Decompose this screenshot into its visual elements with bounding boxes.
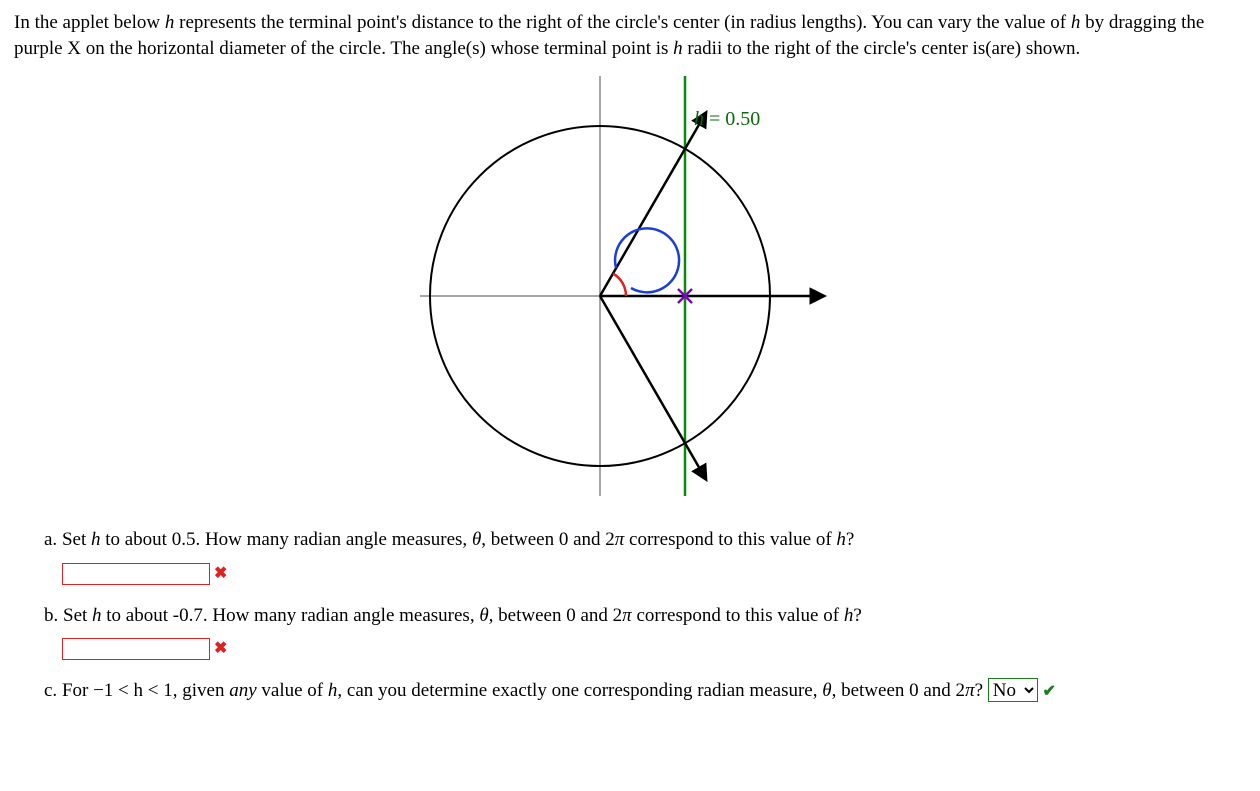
- answer-b-row: ✖: [62, 638, 1246, 660]
- terminal-ray-upper: [600, 116, 704, 296]
- question-c: c. For −1 < h < 1, given any value of h,…: [44, 678, 1246, 704]
- intro-text-4: radii to the right of the circle's cente…: [683, 38, 1081, 59]
- intro-h-2: h: [1071, 12, 1081, 33]
- q-c-letter: c.: [44, 680, 62, 701]
- q-a-letter: a.: [44, 529, 62, 550]
- intro-text-2: represents the terminal point's distance…: [174, 12, 1070, 33]
- applet-canvas[interactable]: h = 0.50: [14, 71, 1246, 509]
- q-b-letter: b.: [44, 605, 63, 626]
- angle-arc: [613, 274, 626, 297]
- h-label: h = 0.50: [694, 108, 760, 130]
- answer-c-select[interactable]: NoYes: [988, 678, 1038, 702]
- intro-paragraph: In the applet below h represents the ter…: [14, 10, 1246, 61]
- angle-indicator-circle: [615, 229, 679, 293]
- answer-a-row: ✖: [62, 563, 1246, 585]
- answer-b-input[interactable]: [62, 638, 210, 660]
- intro-text-1: In the applet below: [14, 12, 165, 33]
- intro-h-3: h: [673, 38, 683, 59]
- question-b: b. Set h to about -0.7. How many radian …: [44, 603, 1246, 629]
- intro-h-1: h: [165, 12, 175, 33]
- answer-a-input[interactable]: [62, 563, 210, 585]
- cross-icon: ✖: [214, 638, 227, 660]
- cross-icon: ✖: [214, 563, 227, 585]
- check-icon: ✔: [1043, 681, 1056, 703]
- question-a: a. Set h to about 0.5. How many radian a…: [44, 527, 1246, 553]
- terminal-ray-lower: [600, 296, 704, 476]
